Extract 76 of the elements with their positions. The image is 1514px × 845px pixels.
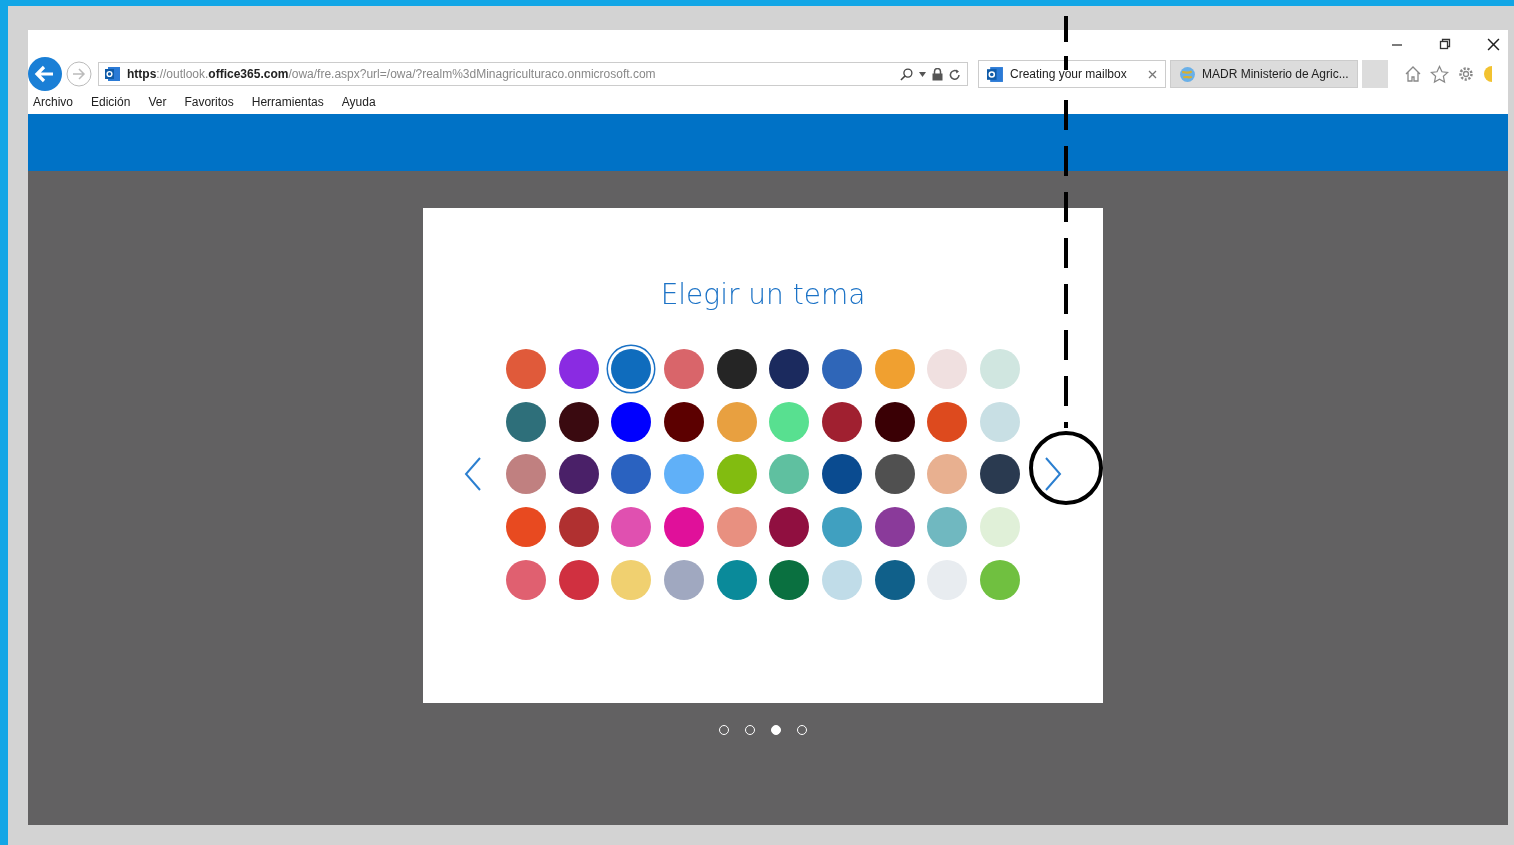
settings-icon[interactable] <box>1457 65 1475 83</box>
lock-icon <box>932 67 943 81</box>
close-tab-icon[interactable] <box>1148 69 1157 79</box>
search-icon[interactable] <box>900 67 913 81</box>
theme-swatch[interactable] <box>874 454 915 495</box>
theme-swatch[interactable] <box>558 401 599 442</box>
theme-swatch[interactable] <box>769 507 810 548</box>
menu-item[interactable]: Ver <box>148 95 167 109</box>
theme-swatch[interactable] <box>716 454 757 495</box>
theme-swatch[interactable] <box>663 349 704 389</box>
theme-swatch[interactable] <box>927 349 968 389</box>
theme-swatch[interactable] <box>611 454 652 495</box>
theme-swatch[interactable] <box>558 507 599 548</box>
theme-swatch[interactable] <box>874 507 915 548</box>
theme-swatch[interactable] <box>980 559 1021 600</box>
theme-swatch[interactable] <box>927 454 968 495</box>
address-bar[interactable]: https://outlook.office365.com/owa/fre.aspx?url=/owa/?realm%3dMinagriculturaco.onmicrosoft.com <box>98 62 968 86</box>
star-icon[interactable] <box>1430 64 1449 84</box>
theme-swatch[interactable] <box>769 349 810 389</box>
theme-swatch[interactable] <box>505 507 546 548</box>
theme-swatch[interactable] <box>611 401 652 442</box>
theme-swatch[interactable] <box>558 349 599 389</box>
theme-swatch[interactable] <box>980 454 1021 495</box>
menu-item[interactable]: Archivo <box>33 95 73 109</box>
menu-item[interactable]: Ayuda <box>341 95 376 109</box>
theme-swatch[interactable] <box>874 559 915 600</box>
theme-swatch[interactable] <box>663 401 704 442</box>
theme-swatch[interactable] <box>769 454 810 495</box>
theme-swatch[interactable] <box>663 507 704 548</box>
theme-swatch[interactable] <box>769 401 810 442</box>
theme-swatch[interactable] <box>505 349 546 389</box>
theme-swatch[interactable] <box>769 559 810 600</box>
theme-swatch[interactable] <box>716 559 757 600</box>
mail-app-icon <box>987 65 1004 83</box>
theme-swatch[interactable] <box>611 507 652 548</box>
theme-swatch[interactable] <box>611 559 652 600</box>
theme-swatch[interactable] <box>716 349 757 389</box>
globe-page-icon <box>1179 65 1196 83</box>
theme-swatch[interactable] <box>663 454 704 495</box>
close-icon[interactable] <box>1487 37 1500 51</box>
theme-swatch[interactable] <box>927 507 968 548</box>
theme-swatch[interactable] <box>927 401 968 442</box>
back-button-icon[interactable] <box>28 57 62 91</box>
theme-swatch[interactable] <box>980 349 1021 389</box>
home-icon[interactable] <box>1404 65 1422 83</box>
theme-swatch[interactable] <box>505 559 546 600</box>
theme-swatch[interactable] <box>505 454 546 495</box>
theme-swatch[interactable] <box>505 401 546 442</box>
theme-swatch[interactable] <box>716 507 757 548</box>
theme-swatch[interactable] <box>716 401 757 442</box>
theme-swatch[interactable] <box>822 507 863 548</box>
dropdown-caret-icon[interactable] <box>919 71 926 77</box>
url-text: https://outlook.office365.com/owa/fre.aspx?url=/owa/?realm%3dMinagriculturaco.onmicrosoft.com <box>127 67 657 81</box>
mail-app-icon <box>105 66 121 82</box>
theme-swatch[interactable] <box>558 454 599 495</box>
tab-title: MADR Ministerio de Agric... <box>1202 67 1349 81</box>
tab-title: Creating your mailbox <box>1010 67 1128 81</box>
theme-swatch[interactable] <box>663 559 704 600</box>
theme-swatch[interactable] <box>822 559 863 600</box>
theme-swatch[interactable] <box>980 401 1021 442</box>
browser-tab[interactable]: Creating your mailbox <box>978 60 1166 88</box>
theme-swatch[interactable] <box>558 559 599 600</box>
theme-swatch[interactable] <box>874 349 915 389</box>
menu-item[interactable]: Herramientas <box>251 95 324 109</box>
theme-swatch[interactable] <box>822 401 863 442</box>
dialog-title: Elegir un tema <box>660 278 866 311</box>
browser-tab[interactable]: MADR Ministerio de Agric... <box>1170 60 1358 88</box>
menu-item[interactable]: Favoritos <box>184 95 234 109</box>
theme-swatch[interactable] <box>822 454 863 495</box>
theme-swatch[interactable] <box>874 401 915 442</box>
restore-icon[interactable] <box>1439 38 1451 50</box>
theme-swatch[interactable] <box>822 349 863 389</box>
refresh-icon[interactable] <box>949 67 961 81</box>
menu-item[interactable]: Edición <box>91 95 131 109</box>
page-indicator-dot[interactable] <box>771 725 781 735</box>
theme-swatch[interactable] <box>980 507 1021 548</box>
